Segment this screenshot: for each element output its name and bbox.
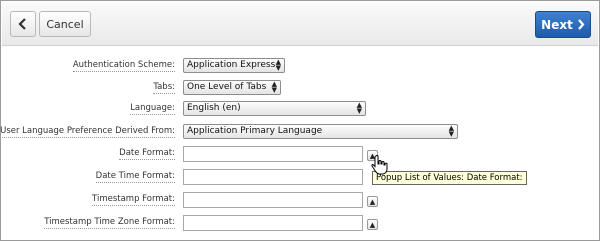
cancel-button[interactable]: Cancel — [39, 11, 91, 37]
timestamp-format-row: Timestamp Format: ▲ — [1, 192, 599, 210]
language-label: Language: — [130, 103, 175, 115]
date-format-row: Date Format: ▲ — [1, 146, 599, 164]
next-button-label: Next — [541, 17, 573, 32]
wizard-toolbar: Cancel Next — [2, 2, 598, 46]
timestamp-format-input[interactable] — [183, 192, 363, 208]
authentication-scheme-select[interactable]: Application Express ▲ ▼ — [183, 58, 285, 73]
language-select[interactable]: English (en) ▲ ▼ — [183, 101, 366, 116]
tabs-label: Tabs: — [153, 82, 175, 94]
next-button[interactable]: Next — [535, 11, 591, 38]
tabs-select[interactable]: One Level of Tabs ▲ ▼ — [183, 80, 281, 95]
timestamp-format-lov-button[interactable]: ▲ — [367, 196, 378, 207]
tabs-value: One Level of Tabs — [187, 82, 267, 92]
caret-up-icon: ▲ — [369, 197, 376, 206]
timestamp-tz-format-row: Timestamp Time Zone Format: ▲ — [1, 215, 599, 233]
timestamp-format-label: Timestamp Format: — [92, 194, 175, 206]
date-time-format-label: Date Time Format: — [95, 171, 175, 183]
select-arrows-icon: ▲ ▼ — [275, 58, 281, 72]
authentication-scheme-row: Authentication Scheme: Application Expre… — [1, 58, 599, 76]
back-button[interactable] — [10, 11, 36, 37]
caret-up-icon: ▲ — [369, 220, 376, 229]
authentication-scheme-value: Application Express — [187, 60, 276, 70]
hand-cursor-icon — [371, 155, 388, 175]
select-arrows-icon: ▲ ▼ — [356, 101, 362, 115]
authentication-scheme-label: Authentication Scheme: — [72, 60, 175, 72]
tabs-row: Tabs: One Level of Tabs ▲ ▼ — [1, 80, 599, 98]
user-language-pref-label: User Language Preference Derived From: — [0, 126, 175, 138]
chevron-left-icon — [18, 18, 26, 30]
timestamp-tz-format-label: Timestamp Time Zone Format: — [44, 217, 175, 229]
language-row: Language: English (en) ▲ ▼ — [1, 101, 599, 119]
select-arrows-icon: ▲ ▼ — [271, 80, 277, 94]
chevron-right-icon — [578, 19, 585, 30]
timestamp-tz-format-input[interactable] — [183, 215, 363, 231]
user-language-pref-value: Application Primary Language — [187, 126, 323, 136]
user-language-pref-row: User Language Preference Derived From: A… — [0, 124, 599, 142]
select-arrows-icon: ▲ ▼ — [448, 124, 454, 138]
language-value: English (en) — [187, 103, 241, 113]
user-language-pref-select[interactable]: Application Primary Language ▲ ▼ — [183, 124, 458, 139]
date-format-label: Date Format: — [119, 148, 175, 160]
wizard-page: Cancel Next Authentication Scheme: Appli… — [0, 0, 600, 241]
timestamp-tz-format-lov-button[interactable]: ▲ — [367, 219, 378, 230]
lov-tooltip: Popup List of Values: Date Format: — [372, 171, 527, 185]
date-time-format-input[interactable] — [183, 169, 363, 185]
date-format-input[interactable] — [183, 146, 363, 162]
